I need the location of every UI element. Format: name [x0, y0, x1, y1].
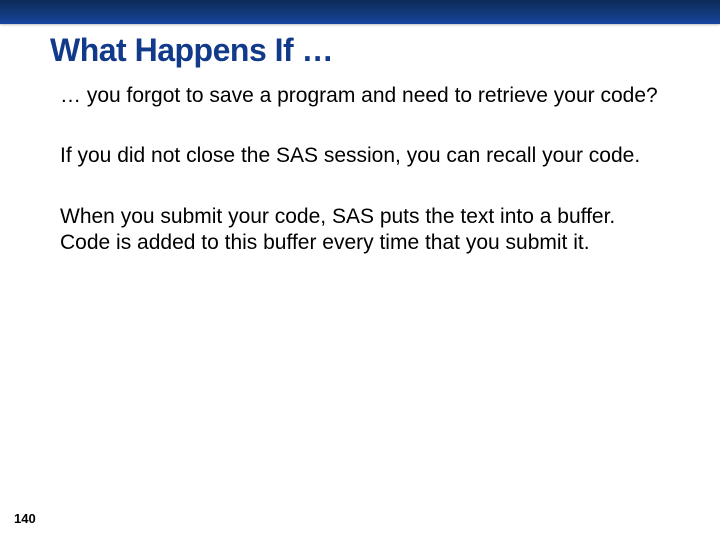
slide-content: What Happens If … … you forgot to save a… [0, 28, 720, 540]
paragraph-3: When you submit your code, SAS puts the … [60, 204, 660, 257]
paragraph-2: If you did not close the SAS session, yo… [60, 143, 660, 169]
slide-title: What Happens If … [50, 32, 660, 69]
page-number: 140 [14, 511, 36, 526]
header-band [0, 0, 720, 24]
paragraph-1: … you forgot to save a program and need … [60, 83, 660, 109]
